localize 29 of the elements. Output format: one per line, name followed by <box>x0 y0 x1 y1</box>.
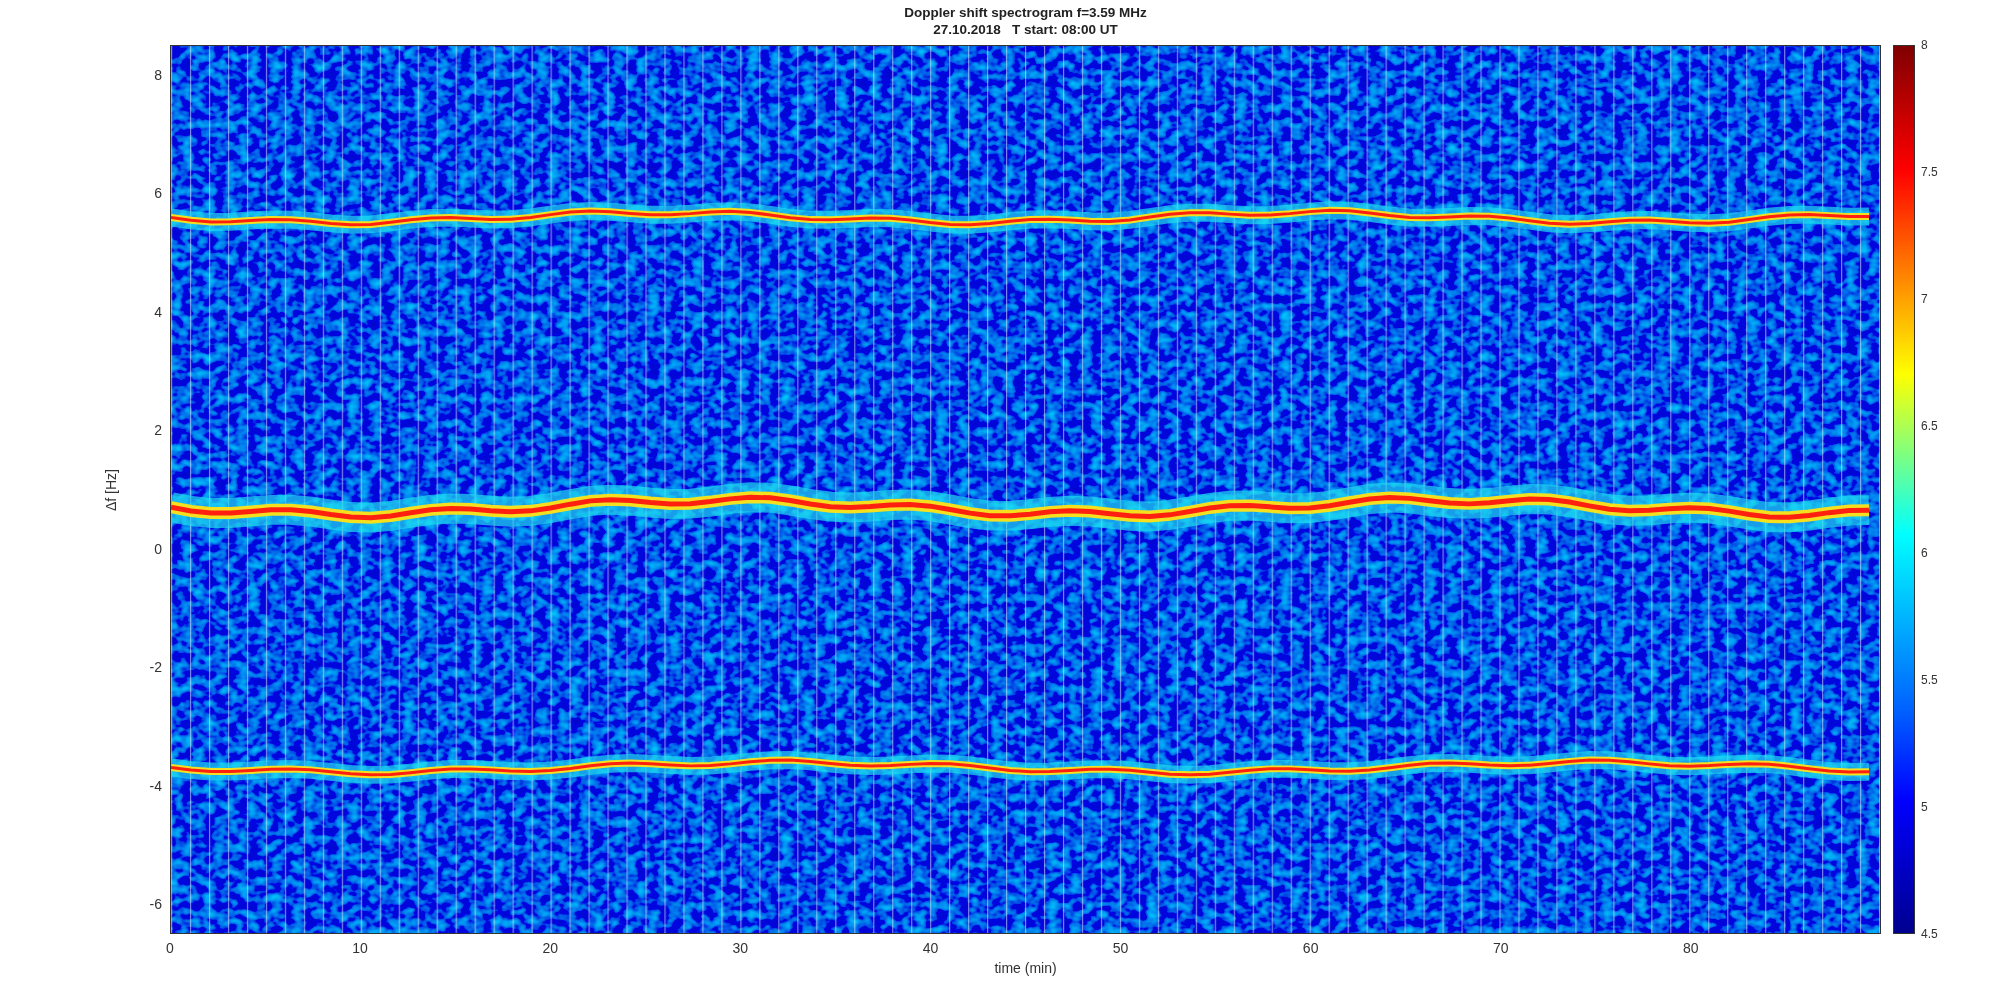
x-tick-label: 50 <box>1112 940 1129 956</box>
x-tick-label: 60 <box>1302 940 1319 956</box>
chart-title: Doppler shift spectrogram f=3.59 MHz <box>904 4 1147 21</box>
colorbar-tick-label: 4.5 <box>1921 927 1938 941</box>
y-tick-label: 8 <box>154 66 162 83</box>
x-tick-label: 70 <box>1493 940 1509 956</box>
colorbar-tick-label: 5 <box>1921 800 1928 814</box>
x-tick-label: 10 <box>352 940 368 956</box>
y-tick-label: 2 <box>154 422 162 439</box>
x-tick-label: 30 <box>732 940 749 956</box>
y-axis-label: Δf [Hz] <box>103 468 119 511</box>
colorbar-tick-label: 7.5 <box>1921 165 1938 179</box>
x-tick-label: 40 <box>922 940 939 956</box>
chart-subtitle: 27.10.2018 T start: 08:00 UT <box>933 21 1118 38</box>
y-tick-label: 4 <box>154 303 162 320</box>
y-tick-label: -2 <box>149 659 162 676</box>
x-axis-label: time (min) <box>994 960 1057 976</box>
colorbar-tick-label: 5.5 <box>1921 673 1938 687</box>
y-tick-label: 0 <box>154 540 162 557</box>
y-tick-label: -6 <box>149 896 162 913</box>
x-tick-label: 20 <box>542 940 558 956</box>
colorbar-tick-label: 6.5 <box>1921 419 1938 433</box>
y-tick-label: 6 <box>154 185 162 202</box>
colorbar-tick-label: 6 <box>1921 546 1928 560</box>
colorbar-tick-label: 7 <box>1921 292 1928 306</box>
x-tick-label: 80 <box>1683 940 1699 956</box>
y-tick-label: -4 <box>149 777 162 794</box>
colorbar-tick-label: 8 <box>1921 38 1928 52</box>
x-tick-label: 0 <box>166 940 174 956</box>
